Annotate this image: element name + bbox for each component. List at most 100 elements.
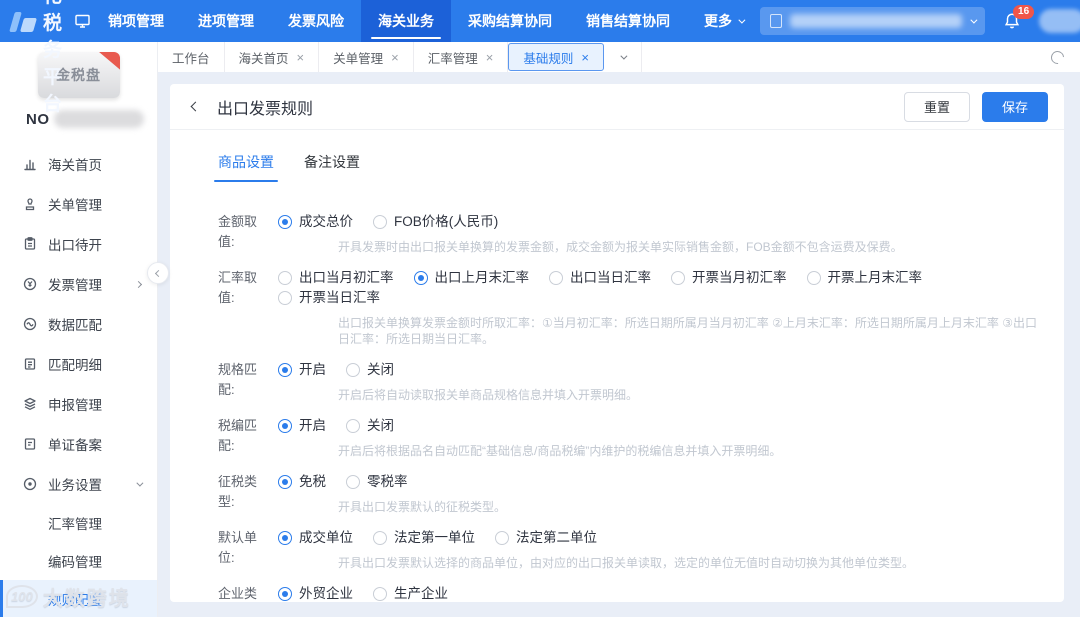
chevron-down-icon [620,52,628,60]
settings-tab-2[interactable]: 备注设置 [304,152,360,182]
sidebar-item-label: 业务设置 [48,478,102,493]
nav-item-4[interactable]: 海关业务 [361,0,452,42]
nav-item-5[interactable]: 采购结算协同 [451,0,569,42]
radio-option[interactable]: 关闭 [346,416,394,436]
sidebar-item-6[interactable]: 匹配明细 [0,344,157,384]
sidebar-subitem-1[interactable]: 汇率管理 [0,504,157,542]
radio-unselected-icon [346,475,360,489]
notification-bell[interactable]: 16 [1003,5,1035,30]
radio-option[interactable]: 出口当月初汇率 [278,268,394,288]
radio-option[interactable]: 成交单位 [278,528,353,548]
tab-1[interactable]: 工作台 [158,42,225,72]
user-avatar[interactable] [1039,9,1080,33]
sidebar-subitem-2[interactable]: 编码管理 [0,542,157,580]
form-row-content: 成交总价 FOB价格(人民币) 开具发票时由出口报关单换算的发票金额，成交金额为报关… [278,212,1040,268]
settings-tab-1[interactable]: 商品设置 [214,152,278,182]
tab-3[interactable]: 关单管理 × [319,42,414,72]
nav-item-7[interactable]: 更多 [687,0,760,42]
radio-option[interactable]: 法定第一单位 [373,528,475,548]
radio-option[interactable]: 零税率 [346,472,408,492]
nav-item-3[interactable]: 发票风险 [271,0,361,42]
radio-option-label: FOB价格(人民币) [394,214,499,229]
nav-item-label: 进项管理 [198,13,255,29]
radio-option[interactable]: 成交总价 [278,212,353,232]
invoice-icon [22,276,38,292]
form-row-label: 汇率取值: [218,270,258,305]
reset-button[interactable]: 重置 [903,91,970,122]
radio-unselected-icon [278,271,292,285]
radio-option[interactable]: 出口当日汇率 [549,268,651,288]
radio-option[interactable]: FOB价格(人民币) [373,212,498,232]
sidebar-item-2[interactable]: 关单管理 [0,184,157,224]
sidebar-item-8[interactable]: 单证备案 [0,424,157,464]
radio-option[interactable]: 法定第二单位 [495,528,597,548]
nav-item-1[interactable]: 销项管理 [91,0,181,42]
sidebar-item-4[interactable]: 发票管理 [0,264,157,304]
sidebar-collapse-button[interactable] [147,262,169,284]
radio-unselected-icon [346,363,360,377]
close-icon[interactable]: × [581,51,589,64]
form-row-help-text: 开具出口发票默认选择的商品单位，由对应的出口报关单读取，选定的单位无值时自动切换… [338,556,915,570]
radio-option[interactable]: 关闭 [346,360,394,380]
radio-option[interactable]: 开启 [278,416,326,436]
sidebar-item-1[interactable]: 海关首页 [0,144,157,184]
nav-item-2[interactable]: 进项管理 [181,0,271,42]
radio-unselected-icon [671,271,685,285]
tab-5[interactable]: 基础规则 × [508,43,604,71]
sidebar-item-3[interactable]: 出口待开 [0,224,157,264]
card-body: 商品设置 备注设置 金额取值: 成交总价 FOB价格(人民币) 开具发票时由出口报关单换… [170,130,1064,602]
close-icon[interactable]: × [297,51,305,64]
sidebar-item-9[interactable]: 业务设置 [0,464,157,504]
radio-unselected-icon [346,419,360,433]
sidebar: 金税盘 NO 海关首页 关单管理 出口待开 发票管理 数据匹配 匹配明细 申报管理 单证备案业… [0,42,158,617]
radio-group: 出口当月初汇率 出口上月末汇率 出口当日汇率 开票当月初汇率 开票上月末汇率开票当日汇率 [278,268,1040,308]
tabs-dropdown-button[interactable] [604,42,642,72]
sidebar-item-5[interactable]: 数据匹配 [0,304,157,344]
company-selector[interactable] [760,7,986,35]
radio-option[interactable]: 开启 [278,360,326,380]
radio-option-label: 出口当月初汇率 [299,270,394,285]
form-row-label: 企业类型: [218,586,258,601]
radio-option[interactable]: 开票上月末汇率 [806,268,922,288]
radio-option-label: 开票当日汇率 [299,290,380,305]
radio-selected-icon [278,587,292,601]
sidebar-item-label: 关单管理 [48,198,102,213]
radio-option[interactable]: 生产企业 [373,584,448,602]
radio-unselected-icon [278,291,292,305]
form-row-content: 开启 关闭 开启后将根据品名自动匹配“基础信息/商品税编”内维护的税编信息并填入开票… [278,416,1040,472]
clipboard-icon [22,236,38,252]
radio-option[interactable]: 外贸企业 [278,584,353,602]
nav-item-label: 销售结算协同 [586,13,671,29]
app-title: 数字化税务平台 [43,0,65,115]
radio-option[interactable]: 开票当月初汇率 [671,268,787,288]
chevron-right-icon [134,280,143,288]
radio-option[interactable]: 出口上月末汇率 [413,268,529,288]
tab-2[interactable]: 海关首页 × [225,42,320,72]
card-header: 出口发票规则 重置 保存 [170,84,1064,130]
nav-item-6[interactable]: 销售结算协同 [569,0,687,42]
sidebar-subitem-3[interactable]: 规则配置 [0,580,157,617]
app-logo-icon [9,10,38,32]
close-icon[interactable]: × [486,51,494,64]
close-icon[interactable]: × [391,51,399,64]
workbench-monitor-icon[interactable] [74,0,91,42]
radio-group: 成交单位 法定第一单位 法定第二单位 [278,528,1040,548]
form-row-content: 外贸企业生产企业修改企业类型，需要重新去登录 [278,584,1040,602]
sidebar-subitem-label: 规则配置 [48,593,102,608]
form-row-content: 免税 零税率 开具出口发票默认的征税类型。 [278,472,1040,528]
form-row-label: 征税类型: [218,474,258,509]
back-button[interactable] [186,99,205,114]
radio-option[interactable]: 免税 [278,472,326,492]
radio-unselected-icon [373,587,387,601]
refresh-button[interactable] [1048,42,1080,72]
sidebar-item-7[interactable]: 申报管理 [0,384,157,424]
tab-label: 汇率管理 [427,51,478,66]
tab-4[interactable]: 汇率管理 × [414,42,509,72]
chevron-down-icon [738,16,746,24]
radio-option-label: 开启 [299,362,326,377]
radio-selected-icon [278,419,292,433]
nav-item-label: 发票风险 [288,13,345,29]
radio-option[interactable]: 开票当日汇率 [278,288,380,308]
radio-group: 成交总价 FOB价格(人民币) [278,212,1040,232]
save-button[interactable]: 保存 [981,91,1048,122]
